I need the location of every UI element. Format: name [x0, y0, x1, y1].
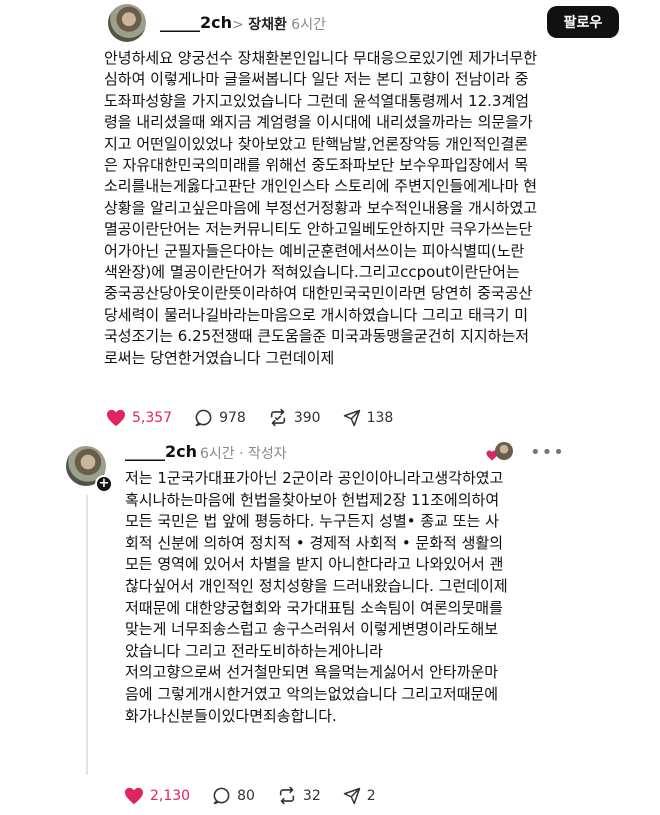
reply-line: 모든 영역에 있어서 차별을 받지 아니한다라고 나와있어서 괜: [125, 555, 504, 574]
reply-actions: 2,130 80 32 2: [124, 786, 398, 805]
repost-icon: [270, 408, 285, 427]
post-line: 당세력이 물러나길바라는마음으로 개시하였습니다 그리고 태극기 미: [104, 305, 529, 324]
reply-line: 모든 국민은 법 앞에 평등하다. 누구든지 성별• 종교 또는 사: [125, 512, 499, 531]
heart-filled-icon: [125, 787, 143, 804]
post-line: 안녕하세요 양궁선수 장채환본인입니다 무대응으로있기엔 제가너무한: [104, 49, 538, 67]
reply-share-button[interactable]: 2: [343, 787, 376, 805]
reply-line: 혹시나하는마음에 헌법을찾아보아 헌법제2장 11조에의하여: [125, 490, 500, 509]
reply-line: 음에 그렇게개시한거였고 악의는없었습니다 그리고저때문에: [125, 684, 499, 703]
reply-like-button[interactable]: 2,130: [124, 787, 190, 805]
reply-like-count: 2,130: [150, 787, 191, 804]
author-liked-avatar: [495, 442, 513, 460]
reply-username[interactable]: _____2ch: [125, 442, 197, 461]
post-line: 색완장)에 멸공이란단어가 적혀있습니다.그리고ccpout이란단어는: [104, 263, 520, 282]
tagged-name[interactable]: 장채환: [248, 17, 287, 33]
post-meta: > 장채환 6시간: [232, 14, 326, 34]
reply-body: 저는 1군국가대표가아닌 2군이라 공인이아니라고생각하였고 혹시나하는마음에 …: [125, 468, 555, 727]
reply-line: 저는 1군국가대표가아닌 2군이라 공인이아니라고생각하였고: [125, 469, 504, 487]
reply-line: 저의고향으로써 선거철만되면 욕을먹는게싫어서 안타까운마: [125, 663, 499, 682]
post-line: 소리를내는게옳다고판단 개인인스타 스토리에 주변지인들에게나마 현: [104, 177, 538, 196]
reply-meta: 6시간 · 작성자: [200, 443, 287, 463]
post-line: 로써는 당연한거였습니다 그런데이제: [104, 348, 335, 367]
reply-line: 았습니다 그리고 전라도비하하는게아니라: [125, 641, 383, 660]
post-line: 멸공이란단어는 저는커뮤니티도 안하고일베도안하지만 극우가쓰는단: [104, 220, 533, 239]
post-line: 은 자유대한민국의미래를 위해선 중도좌파보단 보수우파입장에서 목: [104, 156, 529, 175]
send-icon: [343, 787, 360, 804]
post-line: 심하여 이렇게나마 글을써봅니다 일단 저는 본디 고향이 전남이라 중: [104, 70, 529, 89]
reply-line: 저때문에 대한양궁협회와 국가대표팀 소속팀이 여론의뭇매를: [125, 598, 503, 617]
reply-time: 6시간: [200, 446, 235, 462]
post-avatar[interactable]: [108, 4, 146, 42]
send-icon: [343, 409, 360, 426]
post-line: 중국공산당아웃이란뜻이라하여 대한민국국민이라면 당연히 중국공산: [104, 284, 533, 303]
comment-icon: [213, 787, 230, 805]
share-count: 138: [366, 409, 394, 426]
reply-line: 화가나신분들이있다면죄송합니다.: [125, 706, 337, 725]
more-options-icon[interactable]: •••: [530, 442, 565, 463]
post-actions: 5,357 978 390 138: [106, 408, 415, 427]
plus-icon[interactable]: +: [95, 475, 113, 493]
post-line: 국성조기는 6.25전쟁때 큰도움을준 미국과동맹을굳건히 지지하는저: [104, 327, 530, 346]
post-line: 령을 내리셨을때 왜지금 계엄령을 이시대에 내리셨을까라는 의문을가: [104, 113, 533, 132]
comment-icon: [195, 409, 212, 427]
reply-line: 맞는게 너무죄송스럽고 송구스러워서 이렇게변명이라도해보: [125, 620, 499, 639]
like-button[interactable]: 5,357: [106, 409, 172, 427]
thread-line: [86, 495, 88, 775]
reply-share-count: 2: [366, 787, 376, 804]
reply-repost-count: 32: [302, 787, 321, 804]
author-tag: · 작성자: [239, 446, 287, 462]
post-time: 6시간: [291, 17, 326, 33]
comment-button[interactable]: 978: [194, 408, 246, 427]
post-line: 상황을 알리고싶은마음에 부정선거정황과 보수적인내용을 개시하였고: [104, 198, 538, 217]
reply-repost-button[interactable]: 32: [277, 786, 321, 805]
reply-line: 찮다싶어서 개인적인 정치성향을 드러내왔습니다. 그런데이제: [125, 576, 508, 595]
repost-count: 390: [293, 409, 321, 426]
share-button[interactable]: 138: [343, 409, 394, 427]
chevron-right-icon: >: [232, 17, 244, 33]
repost-icon: [279, 786, 295, 805]
post-line: 도좌파성향을 가지고있었습니다 그런데 윤석열대통령께서 12.3계엄: [104, 91, 530, 110]
post-username[interactable]: _____2ch: [160, 13, 232, 32]
repost-button[interactable]: 390: [268, 408, 321, 427]
comment-count: 978: [219, 409, 246, 426]
heart-filled-icon: [107, 409, 125, 426]
reply-line: 회적 신분에 의하여 정치적 • 경제적 사회적 • 문화적 생활의: [125, 533, 504, 552]
follow-button[interactable]: 팔로우: [547, 6, 619, 38]
post-line: 지고 어떤일이있었나 찾아보았고 탄핵남발,언론장악등 개인적인결론: [104, 134, 529, 153]
post-line: 어가아닌 군필자들은다아는 예비군훈련에서쓰이는 피아식별띠(노란: [104, 241, 525, 260]
like-count: 5,357: [132, 409, 173, 426]
reply-comment-count: 80: [237, 787, 255, 804]
reply-comment-button[interactable]: 80: [212, 786, 255, 805]
post-body: 안녕하세요 양궁선수 장채환본인입니다 무대응으로있기엔 제가너무한 심하여 이…: [104, 48, 554, 369]
